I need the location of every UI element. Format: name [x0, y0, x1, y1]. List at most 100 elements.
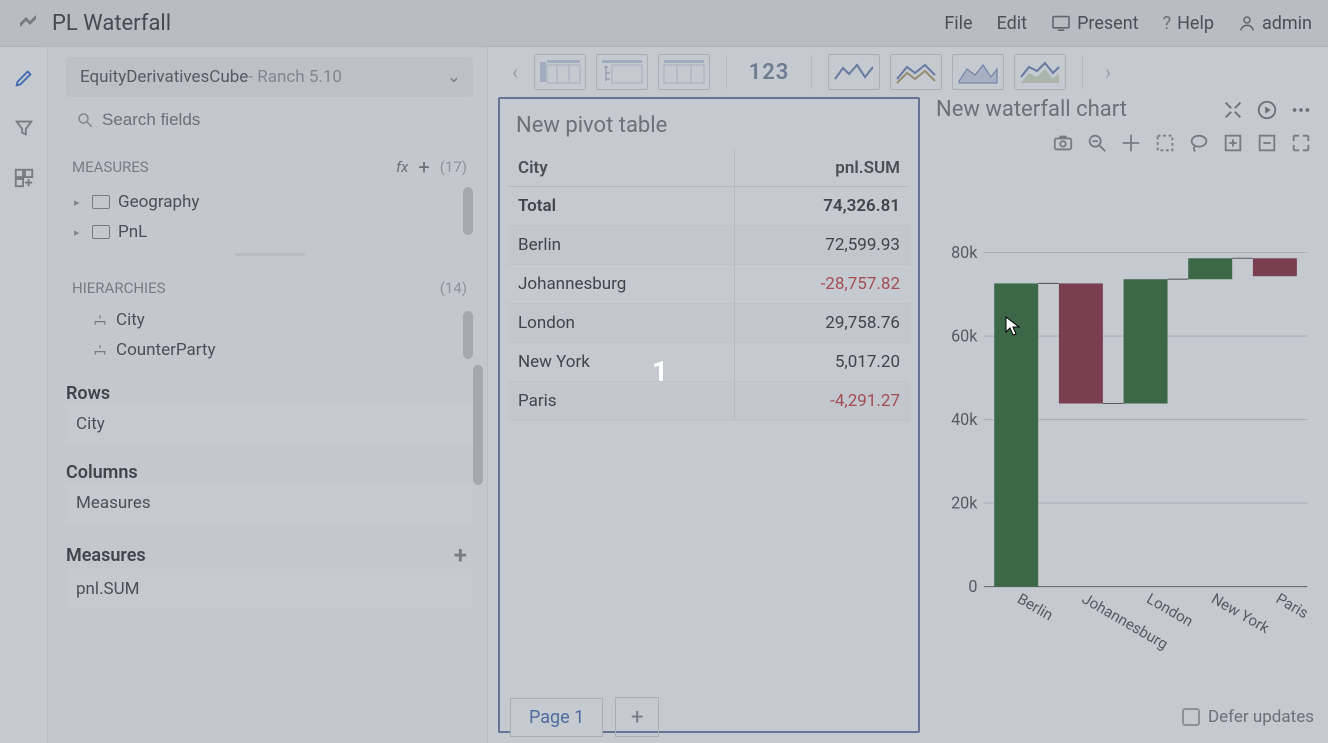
zone-item[interactable]: Measures: [76, 493, 151, 513]
columns-label: Columns: [66, 462, 138, 483]
hierarchies-tree-item[interactable]: City: [66, 305, 455, 335]
camera-icon[interactable]: [1052, 132, 1074, 154]
filter-icon[interactable]: [13, 117, 35, 139]
scrollbar-thumb[interactable]: [473, 365, 483, 485]
pan-icon[interactable]: [1120, 132, 1142, 154]
pivot-col-header[interactable]: pnl.SUM: [734, 150, 910, 187]
scrollbar-thumb[interactable]: [463, 311, 473, 359]
defer-label: Defer updates: [1208, 707, 1314, 727]
cube-selector[interactable]: EquityDerivativesCube - Ranch 5.10 ⌄: [66, 57, 473, 97]
rows-zone-heading: Rows: [66, 383, 473, 404]
zoom-out-icon[interactable]: [1256, 132, 1278, 154]
select-icon[interactable]: [1154, 132, 1176, 154]
tree-item-label: Geography: [118, 192, 199, 212]
table-row[interactable]: Johannesburg-28,757.82: [508, 265, 910, 304]
hierarchies-heading: HIERARCHIES: [72, 279, 166, 297]
table-row[interactable]: Berlin72,599.93: [508, 226, 910, 265]
widget-type-stacked-area-chart[interactable]: [1014, 54, 1066, 90]
add-measure-to-zone-button[interactable]: +: [454, 541, 467, 569]
rows-zone[interactable]: City: [66, 404, 473, 444]
widget-type-flat-table[interactable]: [658, 54, 710, 90]
page-title: PL Waterfall: [52, 11, 944, 36]
present-button[interactable]: Present: [1051, 13, 1139, 34]
svg-text:60k: 60k: [951, 326, 978, 345]
x-category-label: Berlin: [1014, 590, 1056, 625]
add-measure-button[interactable]: +: [418, 155, 429, 179]
more-icon[interactable]: [1290, 99, 1312, 121]
measures-zone[interactable]: pnl.SUM: [66, 569, 473, 609]
fields-sidebar: EquityDerivativesCube - Ranch 5.10 ⌄ MEA…: [48, 47, 488, 743]
help-label: Help: [1177, 13, 1214, 34]
play-icon[interactable]: [1256, 99, 1278, 121]
table-row[interactable]: Total74,326.81: [508, 187, 910, 226]
widget-type-tree-table[interactable]: [596, 54, 648, 90]
search-input[interactable]: [102, 110, 463, 130]
pivot-table: City pnl.SUM Total74,326.81Berlin72,599.…: [508, 150, 910, 421]
present-label: Present: [1077, 13, 1139, 34]
table-row[interactable]: Paris-4,291.27: [508, 382, 910, 421]
help-icon: ?: [1163, 13, 1172, 34]
add-widget-icon[interactable]: [13, 167, 35, 189]
pivot-col-header[interactable]: City: [508, 150, 734, 187]
zone-item[interactable]: City: [76, 414, 105, 434]
canvas: ‹ 123 › New pivot table City: [488, 47, 1328, 743]
edit-icon[interactable]: [13, 67, 35, 89]
zoom-in-icon[interactable]: [1222, 132, 1244, 154]
widget-type-area-chart[interactable]: [952, 54, 1004, 90]
user-icon: [1238, 14, 1256, 32]
reset-zoom-icon[interactable]: [1290, 132, 1312, 154]
widget-type-line-chart[interactable]: [828, 54, 880, 90]
pivot-title[interactable]: New pivot table: [508, 113, 910, 150]
measures-heading: MEASURES: [72, 158, 149, 176]
table-row[interactable]: New York5,017.20: [508, 343, 910, 382]
svg-text:40k: 40k: [951, 410, 978, 429]
widget-type-pivot-table[interactable]: [534, 54, 586, 90]
pivot-row-label: Total: [508, 187, 734, 226]
waterfall-bar[interactable]: [1059, 283, 1103, 403]
fx-button[interactable]: fx: [396, 158, 408, 176]
widget-ribbon: ‹ 123 ›: [488, 47, 1328, 97]
zoom-icon[interactable]: [1086, 132, 1108, 154]
waterfall-bar[interactable]: [1124, 279, 1168, 403]
menu-file[interactable]: File: [944, 13, 972, 34]
cube-name: EquityDerivativesCube: [80, 67, 248, 87]
tree-item-label: CounterParty: [116, 340, 216, 360]
svg-text:20k: 20k: [951, 493, 978, 512]
app-logo-icon: [16, 11, 40, 35]
ribbon-separator: [811, 55, 812, 89]
splitter[interactable]: [66, 253, 473, 259]
ribbon-separator: [1082, 55, 1083, 89]
waterfall-bar[interactable]: [1253, 258, 1297, 276]
caret-right-icon: ▸: [74, 196, 84, 209]
measures-tree-item[interactable]: ▸ PnL: [66, 217, 455, 247]
scrollbar-thumb[interactable]: [463, 187, 473, 235]
ribbon-next-button[interactable]: ›: [1099, 60, 1117, 84]
menu-edit[interactable]: Edit: [997, 13, 1027, 34]
search-icon: [76, 111, 94, 129]
widget-type-kpi[interactable]: 123: [743, 54, 795, 90]
ribbon-prev-button[interactable]: ‹: [506, 60, 524, 84]
expand-icon[interactable]: [1222, 99, 1244, 121]
pivot-table-panel[interactable]: New pivot table City pnl.SUM Total74,326…: [498, 97, 920, 733]
hierarchy-icon: [92, 343, 108, 357]
page-tab[interactable]: Page 1: [510, 698, 603, 737]
lasso-icon[interactable]: [1188, 132, 1210, 154]
hierarchies-tree-item[interactable]: CounterParty: [66, 335, 455, 365]
waterfall-bar[interactable]: [1188, 258, 1232, 279]
widget-type-multi-line-chart[interactable]: [890, 54, 942, 90]
footer: Page 1 + Defer updates: [510, 697, 1314, 737]
help-button[interactable]: ? Help: [1163, 13, 1214, 34]
rows-label: Rows: [66, 383, 110, 404]
pivot-row-value: -28,757.82: [734, 265, 910, 304]
chart-title[interactable]: New waterfall chart: [936, 97, 1127, 122]
columns-zone[interactable]: Measures: [66, 483, 473, 523]
defer-updates-toggle[interactable]: Defer updates: [1182, 707, 1314, 727]
measures-tree-item[interactable]: ▸ Geography: [66, 187, 455, 217]
waterfall-bar[interactable]: [994, 283, 1038, 586]
waterfall-chart-panel[interactable]: New waterfall chart: [930, 97, 1318, 733]
table-row[interactable]: London29,758.76: [508, 304, 910, 343]
user-menu[interactable]: admin: [1238, 13, 1312, 34]
zone-item[interactable]: pnl.SUM: [76, 579, 140, 599]
hierarchies-count: (14): [440, 279, 467, 297]
add-page-button[interactable]: +: [615, 697, 659, 737]
